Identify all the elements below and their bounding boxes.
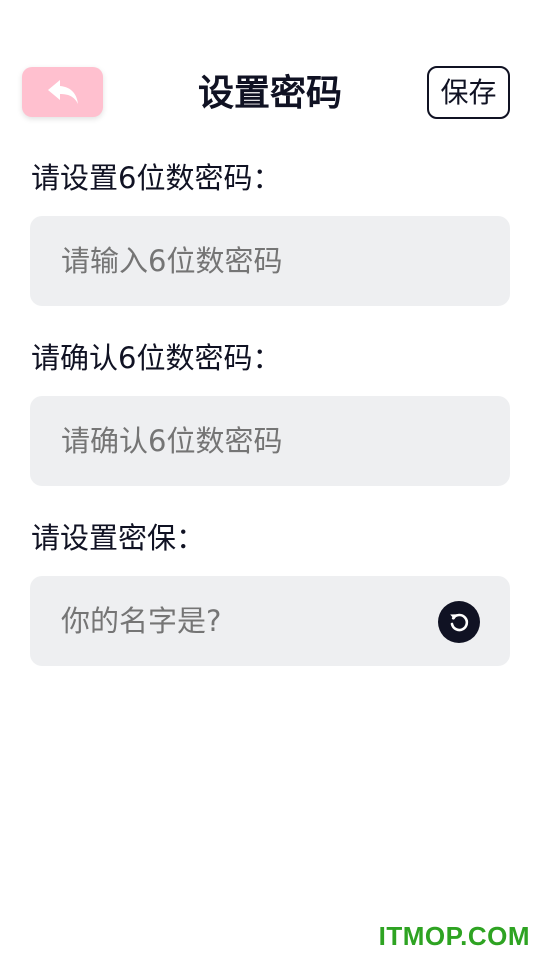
password-field [30,216,510,306]
save-button[interactable]: 保存 [427,66,510,119]
confirm-password-field [30,396,510,486]
confirm-password-label: 请确认6位数密码： [31,341,282,375]
password-input[interactable] [30,216,510,306]
security-question-label: 请设置密保： [31,521,206,555]
page-title: 设置密码 [197,73,342,114]
password-label: 请设置6位数密码： [31,161,282,195]
confirm-password-input[interactable] [30,396,510,486]
set-password-screen: 设置密码 保存 请设置6位数密码： 请确认6位数密码： 请设置密保： ITMOP… [0,0,540,960]
refresh-question-button[interactable] [438,601,480,643]
watermark: ITMOP.COM [378,921,530,951]
reply-arrow-icon [47,80,78,104]
security-question-field [30,576,510,666]
refresh-icon [450,613,469,632]
back-button[interactable] [22,67,103,117]
